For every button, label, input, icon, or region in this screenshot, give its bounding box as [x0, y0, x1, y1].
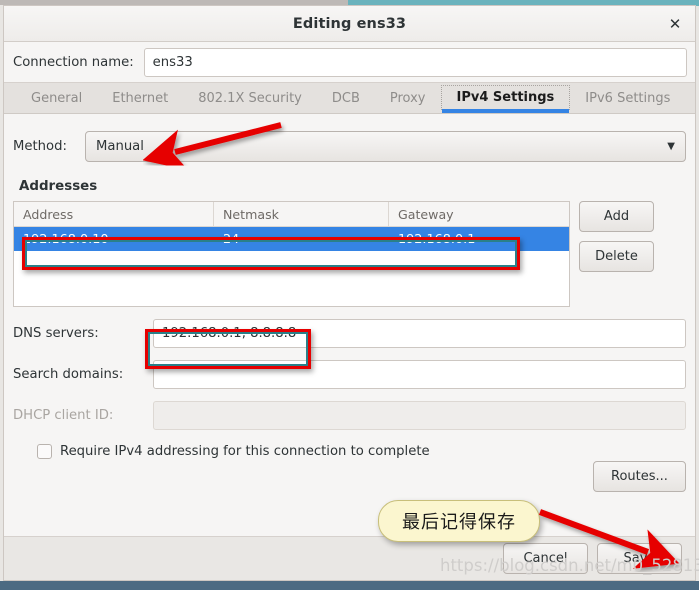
arrow-to-method: [142, 122, 282, 171]
screen: Editing ens33 ✕ Connection name: ens33 G…: [0, 0, 699, 590]
annotation-arrows: [142, 122, 680, 569]
arrow-to-save: [538, 509, 680, 569]
watermark: https://blog.csdn.net/m0_52813663: [440, 556, 699, 575]
